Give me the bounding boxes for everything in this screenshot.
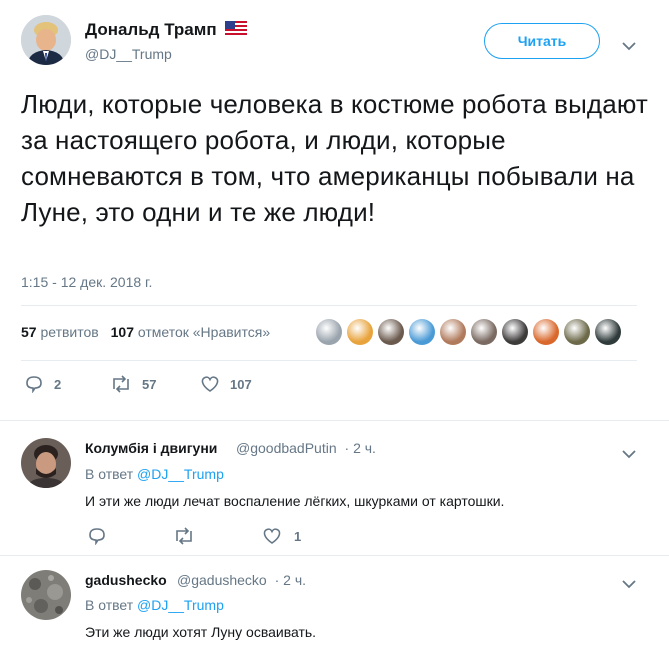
favoriter-avatar[interactable] — [471, 319, 497, 345]
reply-author-name[interactable]: gadushecko — [85, 572, 167, 588]
favoriter-avatar[interactable] — [316, 319, 342, 345]
favoriter-avatar[interactable] — [502, 319, 528, 345]
heart-icon — [263, 528, 281, 544]
author-name-text[interactable]: Дональд Трамп — [85, 20, 217, 39]
favoriter-avatar[interactable] — [347, 319, 373, 345]
reply-author-meta: @goodbadPutin · 2 ч. — [236, 440, 376, 456]
favoriter-avatar[interactable] — [440, 319, 466, 345]
like-action[interactable]: 107 — [200, 375, 252, 393]
favoriter-avatar[interactable] — [409, 319, 435, 345]
reply-author-handle[interactable]: @goodbadPutin — [236, 440, 337, 456]
retweets-label: ретвитов — [40, 324, 99, 340]
tweet-timestamp[interactable]: 1:15 - 12 дек. 2018 г. — [21, 274, 152, 290]
divider — [0, 420, 669, 421]
retweet-count: 57 — [142, 376, 157, 392]
like-count: 107 — [230, 376, 252, 392]
reply-prefix: В ответ — [85, 466, 134, 482]
author-avatar[interactable] — [21, 15, 71, 65]
tweet-stats: 57 ретвитов 107 отметок «Нравится» — [21, 324, 270, 340]
retweet-icon — [176, 527, 192, 545]
reply-author-meta: @gadushecko · 2 ч. — [177, 572, 306, 588]
us-flag-icon — [225, 21, 248, 42]
reply-action[interactable]: 2 — [24, 375, 61, 393]
reply-icon — [89, 528, 105, 545]
reply-author-handle[interactable]: @gadushecko — [177, 572, 267, 588]
tweet-text: Люди, которые человека в костюме робота … — [21, 89, 648, 227]
retweets-count: 57 — [21, 324, 37, 340]
reply-time[interactable]: · 2 ч. — [275, 572, 306, 588]
retweet-action[interactable] — [173, 527, 205, 545]
retweets-stat[interactable]: 57 ретвитов — [21, 324, 99, 340]
reply-avatar[interactable] — [21, 438, 71, 488]
reply-text: И эти же люди лечат воспаление лёгких, ш… — [85, 493, 505, 509]
divider — [21, 360, 637, 361]
likes-count: 107 — [110, 324, 134, 340]
favoriter-avatar[interactable] — [533, 319, 559, 345]
divider — [0, 555, 669, 556]
favoriter-avatar[interactable] — [595, 319, 621, 345]
chevron-down-icon[interactable] — [622, 38, 636, 51]
reply-count: 2 — [54, 376, 62, 392]
reply-avatar[interactable] — [21, 570, 71, 620]
like-count: 1 — [294, 528, 302, 544]
favoriter-avatar[interactable] — [564, 319, 590, 345]
retweet-action[interactable]: 57 — [110, 375, 156, 393]
reply-icon — [26, 376, 42, 393]
author-handle[interactable]: @DJ__Trump — [85, 46, 172, 62]
reply-to-link[interactable]: @DJ__Trump — [137, 466, 224, 482]
follow-button[interactable]: Читать — [484, 23, 600, 59]
reply-prefix: В ответ — [85, 597, 134, 613]
reply-action[interactable] — [87, 527, 117, 545]
reply-context: В ответ @DJ__Trump — [85, 597, 224, 613]
chevron-down-icon[interactable] — [622, 576, 636, 589]
reply-time[interactable]: · 2 ч. — [345, 440, 376, 456]
favoriter-avatar[interactable] — [378, 319, 404, 345]
reply-text: Эти же люди хотят Луну осваивать. — [85, 624, 317, 640]
reply-to-link[interactable]: @DJ__Trump — [137, 597, 224, 613]
likes-stat[interactable]: 107 отметок «Нравится» — [111, 324, 271, 340]
heart-icon — [201, 376, 219, 392]
chevron-down-icon[interactable] — [622, 446, 636, 459]
reply-author-name[interactable]: Колумбія і двигуни — [85, 440, 217, 456]
retweet-icon — [113, 375, 129, 393]
likes-label: отметок «Нравится» — [137, 324, 271, 340]
author-name[interactable]: Дональд Трамп — [85, 20, 248, 42]
divider — [21, 305, 637, 306]
like-action[interactable]: 1 — [262, 527, 301, 545]
reply-context: В ответ @DJ__Trump — [85, 466, 224, 482]
